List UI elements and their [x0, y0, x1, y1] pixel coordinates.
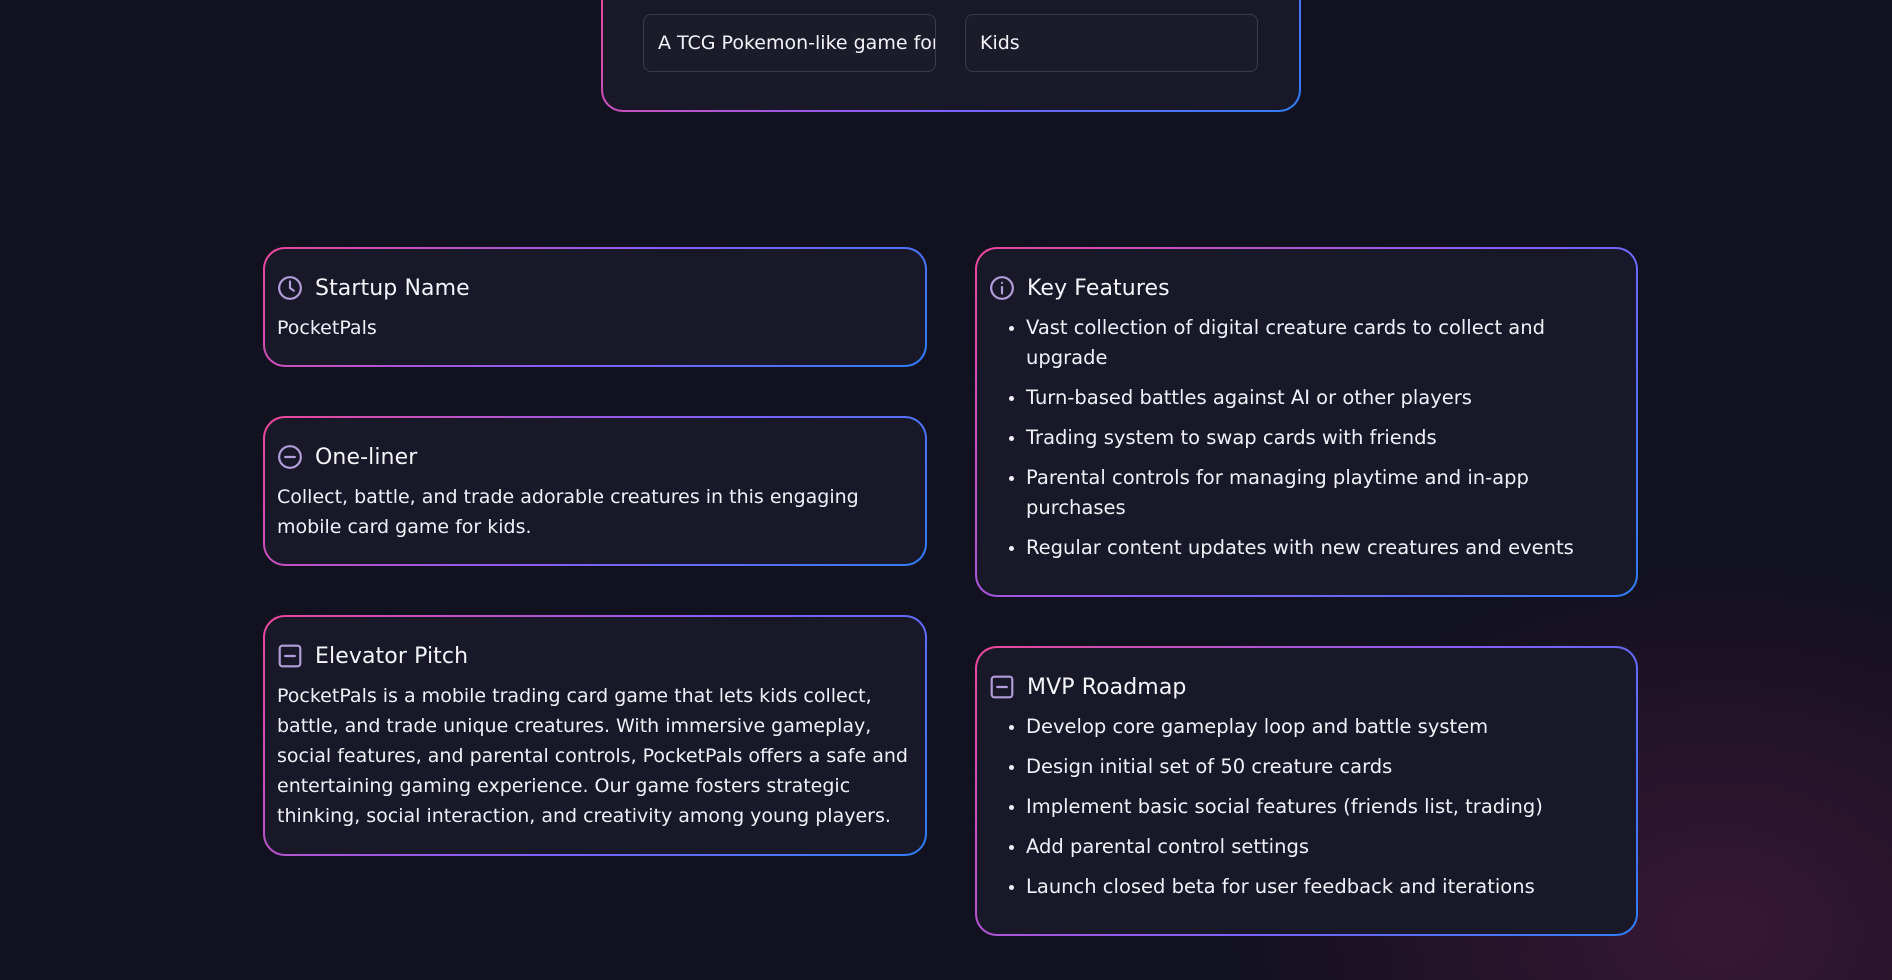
list-item: Develop core gameplay loop and battle sy…	[989, 712, 1622, 742]
minus-square-icon	[990, 675, 1014, 699]
startup-name-text: PocketPals	[277, 317, 377, 339]
card-title: MVP Roadmap	[1027, 674, 1187, 700]
one-liner-card: One-liner Collect, battle, and trade ado…	[263, 416, 927, 566]
list-item: Vast collection of digital creature card…	[989, 313, 1622, 373]
elevator-pitch-text: PocketPals is a mobile trading card game…	[277, 685, 908, 827]
minus-square-icon	[278, 644, 302, 668]
minus-circle-icon	[278, 445, 302, 469]
key-features-card: Key Features Vast collection of digital …	[975, 247, 1638, 597]
card-title: Elevator Pitch	[315, 643, 469, 669]
card-header: Elevator Pitch	[277, 641, 911, 671]
card-header: MVP Roadmap	[989, 672, 1622, 702]
card-title: Key Features	[1027, 275, 1170, 301]
idea-input[interactable]: A TCG Pokemon-like game for kids	[643, 14, 936, 72]
card-title: Startup Name	[315, 275, 470, 301]
list-item: Design initial set of 50 creature cards	[989, 752, 1622, 782]
list-item: Implement basic social features (friends…	[989, 792, 1622, 822]
audience-input[interactable]: Kids	[965, 14, 1258, 72]
one-liner-text: Collect, battle, and trade adorable crea…	[277, 486, 859, 538]
input-form-card: A TCG Pokemon-like game for kids Kids	[601, 0, 1301, 112]
mvp-roadmap-card: MVP Roadmap Develop core gameplay loop a…	[975, 646, 1638, 936]
list-item: Parental controls for managing playtime …	[989, 463, 1622, 523]
startup-name-card: Startup Name PocketPals	[263, 247, 927, 367]
card-title: One-liner	[315, 444, 418, 470]
card-header: Key Features	[989, 273, 1622, 303]
elevator-pitch-card: Elevator Pitch PocketPals is a mobile tr…	[263, 615, 927, 856]
list-item: Turn-based battles against AI or other p…	[989, 383, 1622, 413]
card-header: One-liner	[277, 442, 911, 472]
card-header: Startup Name	[277, 273, 911, 303]
list-item: Trading system to swap cards with friend…	[989, 423, 1622, 453]
info-icon	[990, 276, 1014, 300]
list-item: Add parental control settings	[989, 832, 1622, 862]
mvp-roadmap-list: Develop core gameplay loop and battle sy…	[989, 712, 1622, 902]
clock-icon	[278, 276, 302, 300]
list-item: Regular content updates with new creatur…	[989, 533, 1622, 563]
list-item: Launch closed beta for user feedback and…	[989, 872, 1622, 902]
key-features-list: Vast collection of digital creature card…	[989, 313, 1622, 563]
